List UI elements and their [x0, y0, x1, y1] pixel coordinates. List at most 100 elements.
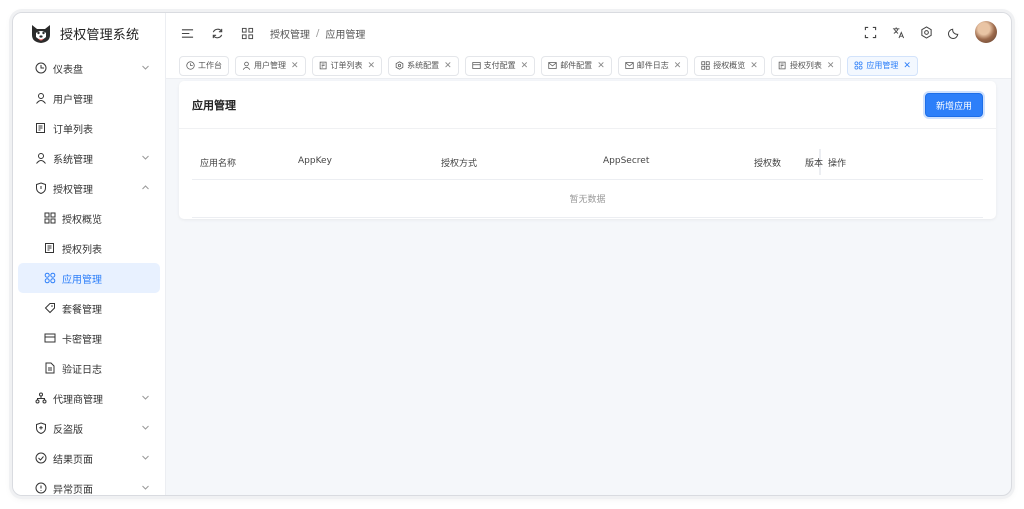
- sidebar-item-11[interactable]: 代理商管理: [18, 383, 160, 413]
- tab-label: 工作台: [198, 61, 222, 70]
- tab-label: 系统配置: [407, 61, 440, 70]
- tab-3[interactable]: 系统配置 ✕: [388, 55, 459, 76]
- tab-7[interactable]: 授权概览 ✕: [694, 55, 765, 76]
- sidebar-item-12[interactable]: 反盗版: [18, 413, 160, 443]
- shield-plus-icon: [35, 422, 47, 434]
- column-header: 操作: [828, 159, 847, 169]
- user-icon: [35, 152, 47, 164]
- tab-6[interactable]: 邮件日志 ✕: [617, 55, 689, 76]
- chevron-up-icon: [141, 183, 150, 192]
- close-icon[interactable]: ✕: [750, 61, 758, 71]
- close-icon[interactable]: ✕: [368, 61, 376, 71]
- tab-0[interactable]: 工作台: [179, 55, 229, 76]
- grid-icon: [44, 212, 56, 224]
- table-header: 应用名称 AppKey 授权方式 AppSecret 授权数 版本 操作: [192, 143, 983, 180]
- tab-label: 邮件日志: [636, 61, 669, 70]
- org-icon: [35, 392, 47, 404]
- check-circle-icon: [35, 452, 47, 464]
- tab-9[interactable]: 应用管理 ✕: [847, 55, 918, 76]
- sidebar-item-1[interactable]: 用户管理: [18, 83, 160, 113]
- tab-1[interactable]: 用户管理 ✕: [235, 55, 306, 76]
- app-management-panel: 应用管理 新增应用 应用名称 AppKey 授权方式 AppSecret 授权数 版本 操作…: [179, 81, 996, 219]
- tab-4[interactable]: 支付配置 ✕: [464, 55, 536, 76]
- menu-fold-icon: [181, 28, 193, 38]
- card-icon: [44, 332, 56, 344]
- husky-logo-icon: [32, 25, 50, 43]
- sidebar-item-6[interactable]: 授权列表: [18, 233, 160, 263]
- sidebar-item-label: 结果页面: [53, 454, 93, 466]
- tab-label: 邮件配置: [560, 61, 593, 70]
- avatar[interactable]: [975, 21, 997, 43]
- close-icon[interactable]: ✕: [291, 61, 299, 71]
- breadcrumb-parent[interactable]: 授权管理: [270, 26, 310, 41]
- language-button[interactable]: [891, 25, 905, 39]
- tab-label: 授权列表: [789, 61, 822, 70]
- dashboard-icon: [186, 61, 195, 70]
- brand[interactable]: 授权管理系统: [13, 13, 165, 53]
- app-title: 授权管理系统: [60, 27, 140, 43]
- column-header: AppKey: [298, 156, 332, 166]
- sidebar-item-8[interactable]: 套餐管理: [18, 293, 160, 323]
- user-icon: [35, 92, 47, 104]
- sidebar-item-2[interactable]: 订单列表: [18, 113, 160, 143]
- sidebar-item-13[interactable]: 结果页面: [18, 443, 160, 473]
- sidebar-item-label: 授权管理: [53, 184, 93, 196]
- tab-2[interactable]: 订单列表 ✕: [311, 55, 383, 76]
- sidebar-item-7[interactable]: 应用管理: [18, 263, 160, 293]
- tab-label: 支付配置: [483, 61, 516, 70]
- add-app-button[interactable]: 新增应用: [924, 93, 983, 117]
- column-header: AppSecret: [603, 156, 650, 166]
- sidebar-item-label: 仪表盘: [53, 64, 83, 76]
- sidebar-item-10[interactable]: 验证日志: [18, 353, 160, 383]
- column-header: 授权数: [754, 159, 782, 169]
- sidebar-item-0[interactable]: 仪表盘: [18, 53, 160, 83]
- fullscreen-button[interactable]: [863, 25, 877, 39]
- menu-toggle-button[interactable]: [180, 26, 194, 40]
- column-header: 授权方式: [441, 159, 478, 169]
- app-window: 授权管理系统 仪表盘 用户管理 订单列表 系统管理 授权管理 授权概览 授权列表 应用管理 套餐…: [12, 12, 1012, 496]
- sidebar-item-5[interactable]: 授权概览: [18, 203, 160, 233]
- close-icon[interactable]: ✕: [674, 61, 682, 71]
- sidebar-item-4[interactable]: 授权管理: [18, 173, 160, 203]
- close-icon[interactable]: ✕: [597, 61, 605, 71]
- refresh-icon: [212, 28, 222, 38]
- chevron-down-icon: [141, 453, 150, 462]
- sidebar-item-14[interactable]: 异常页面: [18, 473, 160, 496]
- sidebar: 授权管理系统 仪表盘用户管理订单列表系统管理授权管理授权概览 授权列表 应用管理 套餐…: [13, 13, 166, 495]
- gear-icon: [395, 61, 404, 70]
- sidebar-item-9[interactable]: 卡密管理: [18, 323, 160, 353]
- translate-icon: [892, 26, 904, 38]
- close-icon[interactable]: ✕: [521, 61, 529, 71]
- column-header: 版本: [805, 159, 824, 169]
- tab-5[interactable]: 邮件配置 ✕: [541, 55, 612, 76]
- sidebar-item-label: 异常页面: [53, 484, 93, 496]
- close-icon[interactable]: ✕: [903, 61, 911, 71]
- settings-button[interactable]: [919, 25, 933, 39]
- page-title: 应用管理: [192, 98, 236, 112]
- apps-button[interactable]: [240, 26, 254, 40]
- chevron-down-icon: [141, 423, 150, 432]
- sidebar-item-label: 系统管理: [53, 154, 93, 166]
- grid-icon: [701, 61, 710, 70]
- moon-icon: [947, 28, 958, 39]
- sidebar-item-label: 用户管理: [53, 94, 93, 106]
- chevron-down-icon: [141, 483, 150, 492]
- sidebar-item-3[interactable]: 系统管理: [18, 143, 160, 173]
- sidebar-item-label: 验证日志: [62, 364, 102, 376]
- card-icon: [472, 61, 481, 70]
- apps-icon: [854, 61, 863, 70]
- close-icon[interactable]: ✕: [827, 61, 835, 71]
- panel-header: 应用管理: [179, 81, 996, 129]
- shield-icon: [35, 182, 47, 194]
- empty-state: 暂无数据: [192, 180, 983, 218]
- refresh-button[interactable]: [210, 26, 224, 40]
- sidebar-menu: 仪表盘用户管理订单列表系统管理授权管理授权概览 授权列表 应用管理 套餐管理 卡密管理验…: [13, 53, 165, 496]
- sidebar-item-label: 代理商管理: [53, 394, 103, 406]
- app-table: 应用名称 AppKey 授权方式 AppSecret 授权数 版本 操作 暂无数据: [192, 143, 983, 218]
- doc-icon: [44, 362, 56, 374]
- tab-label: 订单列表: [330, 61, 363, 70]
- sidebar-item-label: 订单列表: [53, 124, 93, 136]
- close-icon[interactable]: ✕: [444, 61, 452, 71]
- tab-8[interactable]: 授权列表 ✕: [770, 55, 842, 76]
- theme-toggle-button[interactable]: [947, 25, 961, 39]
